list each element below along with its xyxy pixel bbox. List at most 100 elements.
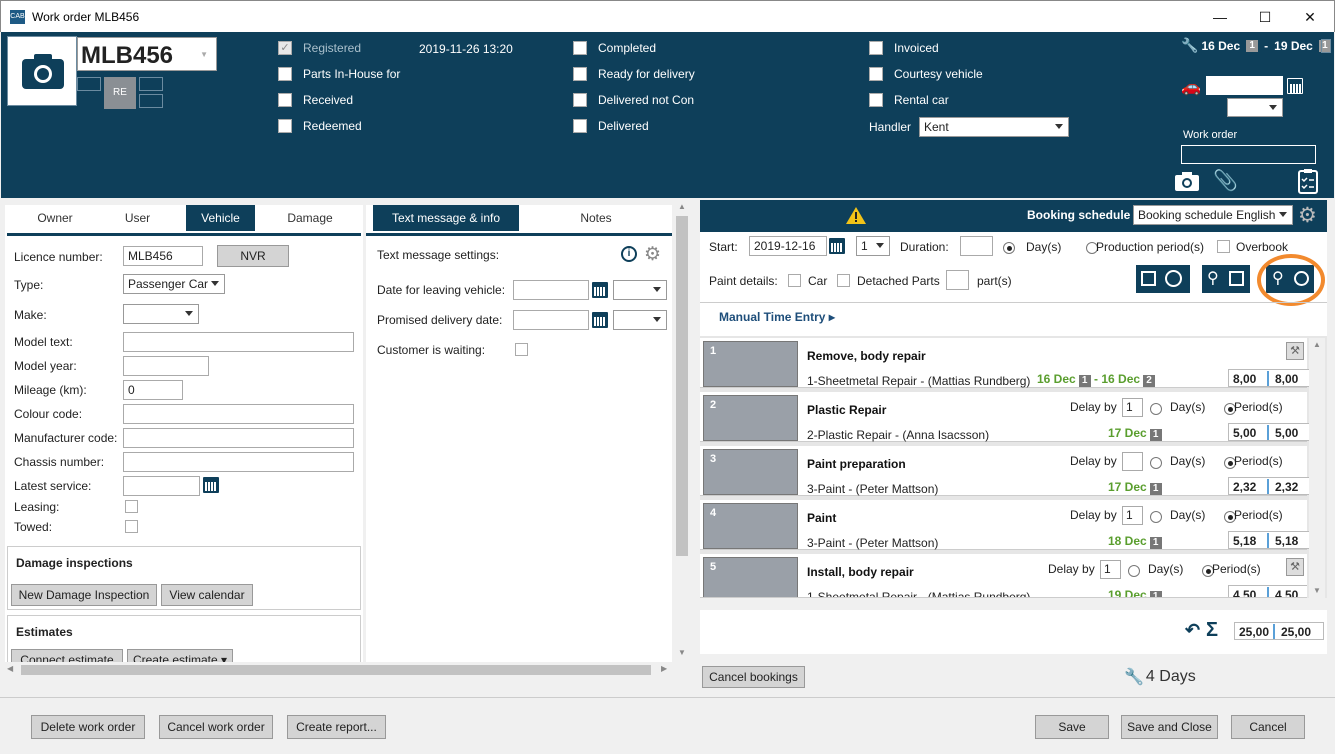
- tab-vehicle[interactable]: Vehicle: [186, 205, 255, 231]
- type-select[interactable]: Passenger Car: [123, 274, 225, 294]
- chevron-down-icon[interactable]: ▼: [678, 648, 686, 657]
- left-scrollbar[interactable]: ▲ ▼: [674, 200, 690, 662]
- job-thumbnail[interactable]: 2: [703, 395, 798, 441]
- job-thumbnail[interactable]: 3: [703, 449, 798, 495]
- manual-time-entry-link[interactable]: Manual Time Entry ▸: [719, 310, 835, 324]
- car-repair-icon[interactable]: ⚒: [1286, 558, 1304, 576]
- promised-time-select[interactable]: [613, 310, 667, 330]
- delay-input[interactable]: 1: [1122, 506, 1143, 525]
- delivered-checkbox[interactable]: Delivered: [573, 119, 649, 133]
- save-button[interactable]: Save: [1035, 715, 1109, 739]
- vehicle-photo[interactable]: [7, 36, 77, 106]
- overbook-checkbox[interactable]: [1217, 240, 1230, 253]
- undo-icon[interactable]: ↶: [1185, 620, 1200, 641]
- minimize-button[interactable]: —: [1208, 7, 1232, 27]
- job-thumbnail[interactable]: 4: [703, 503, 798, 549]
- create-report-button[interactable]: Create report...: [287, 715, 386, 739]
- start-count-select[interactable]: 1: [856, 236, 890, 256]
- pickup-time-select[interactable]: [1227, 98, 1283, 117]
- redeemed-checkbox[interactable]: Redeemed: [278, 119, 362, 133]
- latest-service-input[interactable]: [123, 476, 200, 496]
- tab-text-message[interactable]: Text message & info: [373, 205, 519, 231]
- car-checkbox[interactable]: [788, 274, 801, 287]
- delay-input[interactable]: 1: [1100, 560, 1121, 579]
- make-select[interactable]: [123, 304, 199, 324]
- rental-car-checkbox[interactable]: Rental car: [869, 93, 949, 107]
- delay-day-radio[interactable]: [1150, 510, 1162, 523]
- tab-user[interactable]: User: [100, 205, 175, 231]
- licence-input[interactable]: MLB456: [123, 246, 203, 266]
- create-estimate-button[interactable]: Create estimate ▾: [127, 649, 233, 662]
- delay-input[interactable]: 1: [1122, 398, 1143, 417]
- info-icon[interactable]: i: [621, 246, 637, 262]
- customer-waiting-checkbox[interactable]: [515, 343, 528, 356]
- registered-checkbox[interactable]: ✓ Registered: [278, 41, 361, 55]
- re-badge[interactable]: RE: [104, 77, 136, 109]
- job-card[interactable]: 4 Paint 3-Paint - (Peter Mattson) 18 Dec 1 5,…: [700, 500, 1318, 550]
- header-scroll[interactable]: [1321, 39, 1331, 53]
- model-text-input[interactable]: [123, 332, 354, 352]
- save-and-close-button[interactable]: Save and Close: [1121, 715, 1218, 739]
- chassis-input[interactable]: [123, 452, 354, 472]
- mileage-input[interactable]: 0: [123, 380, 183, 400]
- delivered-not-con-checkbox[interactable]: Delivered not Con: [573, 93, 694, 107]
- new-damage-inspection-button[interactable]: New Damage Inspection: [11, 584, 157, 606]
- manufacturer-input[interactable]: [123, 428, 354, 448]
- leasing-checkbox[interactable]: [125, 500, 138, 513]
- job-thumbnail[interactable]: 5: [703, 557, 798, 597]
- sigma-icon[interactable]: Σ: [1206, 619, 1218, 642]
- calendar-icon[interactable]: [592, 282, 608, 298]
- hscroll-thumb[interactable]: [21, 665, 651, 675]
- start-date-input[interactable]: 2019-12-16: [749, 236, 827, 256]
- job-card[interactable]: 5 Install, body repair 1-Sheetmetal Repair…: [700, 554, 1307, 598]
- received-checkbox[interactable]: Received: [278, 93, 353, 107]
- handler-select[interactable]: Kent: [919, 117, 1069, 137]
- parts-in-house-checkbox[interactable]: Parts In-House for: [278, 67, 400, 81]
- chevron-left-icon[interactable]: ◀: [7, 664, 13, 673]
- registration-combo[interactable]: MLB456 ▼: [77, 37, 217, 71]
- colour-input[interactable]: [123, 404, 354, 424]
- nvr-button[interactable]: NVR: [217, 245, 289, 267]
- delay-day-radio[interactable]: [1150, 456, 1162, 469]
- delay-day-radio[interactable]: [1150, 402, 1162, 415]
- completed-checkbox[interactable]: Completed: [573, 41, 656, 55]
- delete-work-order-button[interactable]: Delete work order: [31, 715, 145, 739]
- parts-count-input[interactable]: [946, 270, 969, 290]
- promised-date-input[interactable]: [513, 310, 589, 330]
- days-radio[interactable]: [1003, 241, 1015, 254]
- pickup-date-input[interactable]: [1206, 76, 1283, 95]
- chevron-up-icon[interactable]: ▲: [1313, 340, 1321, 349]
- search-icon[interactable]: ⚲: [1207, 268, 1219, 288]
- view-calendar-button[interactable]: View calendar: [161, 584, 253, 606]
- maximize-button[interactable]: ☐: [1253, 7, 1277, 27]
- close-button[interactable]: ✕: [1298, 7, 1322, 27]
- job-list-scrollbar[interactable]: ▲ ▼: [1309, 338, 1325, 598]
- delay-day-radio[interactable]: [1128, 564, 1140, 577]
- horizontal-scrollbar[interactable]: ◀ ▶: [5, 662, 673, 678]
- ready-for-delivery-checkbox[interactable]: Ready for delivery: [573, 67, 695, 81]
- job-thumbnail[interactable]: 1: [703, 341, 798, 387]
- tab-owner[interactable]: Owner: [15, 205, 95, 231]
- cancel-button[interactable]: Cancel: [1231, 715, 1305, 739]
- scroll-thumb[interactable]: [676, 216, 688, 556]
- connect-estimate-button[interactable]: Connect estimate: [11, 649, 123, 662]
- barcode-calendar-icon[interactable]: [1229, 271, 1244, 286]
- leaving-date-input[interactable]: [513, 280, 589, 300]
- cancel-bookings-button[interactable]: Cancel bookings: [702, 666, 805, 688]
- camera-icon[interactable]: [1174, 170, 1200, 192]
- courtesy-vehicle-checkbox[interactable]: Courtesy vehicle: [869, 67, 983, 81]
- leaving-time-select[interactable]: [613, 280, 667, 300]
- job-card[interactable]: 1 Remove, body repair 1-Sheetmetal Repair …: [700, 338, 1318, 388]
- model-year-input[interactable]: [123, 356, 209, 376]
- gear-icon[interactable]: ⚙: [644, 243, 661, 266]
- duration-input[interactable]: [960, 236, 993, 256]
- calendar-icon[interactable]: [203, 477, 219, 493]
- paperclip-icon[interactable]: 📎: [1213, 168, 1238, 193]
- chevron-up-icon[interactable]: ▲: [678, 202, 686, 211]
- checklist-icon[interactable]: [1297, 168, 1319, 194]
- tab-notes[interactable]: Notes: [520, 205, 672, 231]
- delay-input[interactable]: [1122, 452, 1143, 471]
- detached-parts-checkbox[interactable]: [837, 274, 850, 287]
- barcode-calendar-icon[interactable]: [1141, 271, 1156, 286]
- booking-schedule-select[interactable]: Booking schedule English: [1133, 205, 1293, 225]
